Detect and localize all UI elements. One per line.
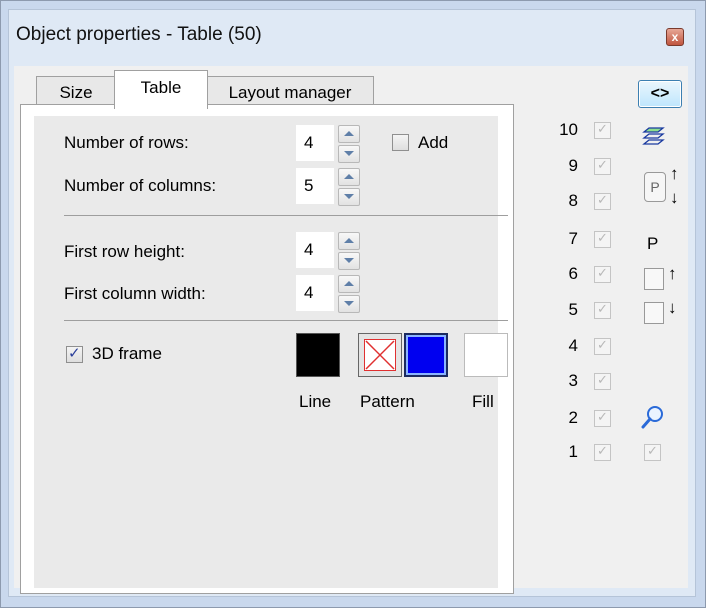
pattern-swatch[interactable] bbox=[358, 333, 402, 377]
fill-color-swatch[interactable] bbox=[464, 333, 508, 377]
zoom-checkbox[interactable] bbox=[644, 443, 661, 461]
layer-checkbox[interactable] bbox=[594, 121, 611, 139]
layer-checkbox[interactable] bbox=[594, 301, 611, 319]
rows-input[interactable]: 4 bbox=[296, 125, 334, 161]
bring-forward-icon[interactable]: P bbox=[644, 172, 666, 202]
move-up-box[interactable] bbox=[644, 268, 664, 290]
add-checkbox[interactable] bbox=[392, 134, 409, 151]
p-label: P bbox=[647, 234, 659, 253]
row-height-input[interactable]: 4 bbox=[296, 232, 334, 268]
close-button[interactable]: x bbox=[666, 28, 684, 46]
rows-spinner[interactable] bbox=[338, 125, 360, 163]
col-width-up-icon[interactable] bbox=[338, 275, 360, 293]
layer-checkbox[interactable] bbox=[594, 230, 611, 248]
rows-label: Number of rows: bbox=[64, 133, 189, 152]
line-label: Line bbox=[299, 392, 332, 411]
layer-number: 10 bbox=[559, 120, 578, 139]
zoom-icon[interactable] bbox=[640, 404, 666, 430]
col-width-spinner[interactable] bbox=[338, 275, 360, 313]
layers-icon[interactable] bbox=[640, 124, 666, 150]
row-height-down-icon[interactable] bbox=[338, 252, 360, 270]
up-arrow-icon[interactable]: ↑ bbox=[670, 164, 679, 184]
layer-number: 5 bbox=[568, 300, 578, 319]
separator bbox=[64, 320, 508, 321]
layer-number: 7 bbox=[568, 229, 578, 248]
line-color-swatch[interactable] bbox=[296, 333, 340, 377]
window-title: Object properties - Table (50) bbox=[16, 24, 262, 45]
pattern-label: Pattern bbox=[360, 392, 415, 411]
layer-number: 8 bbox=[568, 191, 578, 210]
layer-number: 4 bbox=[568, 336, 578, 355]
no-pattern-icon bbox=[364, 339, 396, 371]
move-down-icon[interactable]: ↓ bbox=[668, 298, 677, 318]
rows-up-icon[interactable] bbox=[338, 125, 360, 143]
3d-frame-checkbox[interactable] bbox=[66, 344, 83, 363]
columns-up-icon[interactable] bbox=[338, 168, 360, 186]
move-up-icon[interactable]: ↑ bbox=[668, 264, 677, 284]
move-down-box[interactable] bbox=[644, 302, 664, 324]
3d-frame-label: 3D frame bbox=[92, 344, 162, 363]
separator bbox=[64, 215, 508, 216]
columns-spinner[interactable] bbox=[338, 168, 360, 206]
layer-checkbox[interactable] bbox=[594, 372, 611, 390]
layer-number: 9 bbox=[568, 156, 578, 175]
row-height-label: First row height: bbox=[64, 242, 185, 261]
down-arrow-icon[interactable]: ↓ bbox=[670, 188, 679, 208]
tab-table[interactable]: Table bbox=[114, 70, 208, 109]
columns-down-icon[interactable] bbox=[338, 188, 360, 206]
layer-number: 6 bbox=[568, 264, 578, 283]
layer-number: 1 bbox=[568, 442, 578, 461]
toggle-expand-button[interactable]: <> bbox=[638, 80, 682, 108]
col-width-input[interactable]: 4 bbox=[296, 275, 334, 311]
layer-checkbox[interactable] bbox=[594, 443, 611, 461]
columns-input[interactable]: 5 bbox=[296, 168, 334, 204]
fill-label: Fill bbox=[472, 392, 494, 411]
row-height-up-icon[interactable] bbox=[338, 232, 360, 250]
columns-label: Number of columns: bbox=[64, 176, 217, 195]
layer-checkbox[interactable] bbox=[594, 192, 611, 210]
layer-number: 2 bbox=[568, 408, 578, 427]
pattern-color-swatch[interactable] bbox=[404, 333, 448, 377]
layer-number: 3 bbox=[568, 371, 578, 390]
layer-checkbox[interactable] bbox=[594, 157, 611, 175]
row-height-spinner[interactable] bbox=[338, 232, 360, 270]
col-width-down-icon[interactable] bbox=[338, 295, 360, 313]
col-width-label: First column width: bbox=[64, 284, 206, 303]
rows-down-icon[interactable] bbox=[338, 145, 360, 163]
close-icon: x bbox=[671, 30, 679, 44]
add-label: Add bbox=[418, 133, 449, 152]
layer-checkbox[interactable] bbox=[594, 265, 611, 283]
layer-checkbox[interactable] bbox=[594, 409, 611, 427]
layer-checkbox[interactable] bbox=[594, 337, 611, 355]
